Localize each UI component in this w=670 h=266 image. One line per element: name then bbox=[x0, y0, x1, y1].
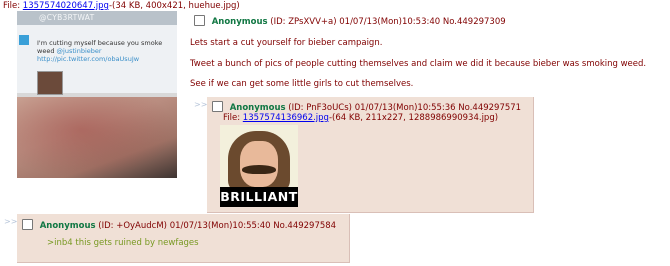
op-file-meta: -(34 KB, 400x421, huehue.jpg) bbox=[108, 1, 240, 11]
op-header: Anonymous (ID: ZPsXVV+a) 01/07/13(Mon)10… bbox=[194, 15, 506, 27]
op-file-link[interactable]: 1357574020647.jpg bbox=[23, 1, 109, 11]
reply-1-post-number[interactable]: No.449297571 bbox=[458, 103, 521, 113]
reply-1-datetime: 01/07/13(Mon)10:55:36 bbox=[354, 103, 456, 113]
reply-1-header: Anonymous (ID: PnF3oUCs) 01/07/13(Mon)10… bbox=[212, 101, 521, 113]
op-line-2: Tweet a bunch of pics of people cutting … bbox=[190, 58, 647, 69]
arm-photo bbox=[17, 97, 177, 178]
reply-1-thumbnail[interactable]: BRILLIANT bbox=[220, 125, 298, 207]
op-thumbnail[interactable]: @CYB3RTWAT I'm cutting myself because yo… bbox=[17, 11, 177, 178]
twitter-bird-icon bbox=[19, 35, 29, 45]
tweet-handle: @CYB3RTWAT bbox=[39, 13, 95, 22]
reply-1-file-link[interactable]: 1357574136962.jpg bbox=[243, 113, 329, 123]
op-file-label: File: bbox=[3, 1, 21, 11]
reply-2-poster-id[interactable]: (ID: +OyAudcM) bbox=[98, 221, 167, 231]
reply-2-header: Anonymous (ID: +OyAudcM) 01/07/13(Mon)10… bbox=[22, 219, 336, 231]
reply-1: Anonymous (ID: PnF3oUCs) 01/07/13(Mon)10… bbox=[207, 97, 534, 213]
reply-1-arrows: >> bbox=[194, 100, 208, 109]
op-datetime: 01/07/13(Mon)10:53:40 bbox=[339, 17, 441, 27]
thumbnail-caption: BRILLIANT bbox=[220, 187, 298, 207]
reply-1-file-info: File: 1357574136962.jpg-(64 KB, 211x227,… bbox=[223, 113, 498, 123]
reply-1-poster-name: Anonymous bbox=[229, 103, 286, 113]
op-line-1: Lets start a cut yourself for bieber cam… bbox=[190, 38, 383, 48]
op-message: Lets start a cut yourself for bieber cam… bbox=[190, 38, 646, 100]
tweet-mention: @justinbieber bbox=[56, 47, 102, 55]
reply-2-datetime: 01/07/13(Mon)10:55:40 bbox=[169, 221, 271, 231]
reply-2-greentext: >inb4 this gets ruined by newfages bbox=[47, 238, 199, 248]
op-select-checkbox[interactable] bbox=[194, 15, 205, 26]
reply-2-arrows: >> bbox=[4, 217, 18, 226]
tweet-link: http://pic.twitter.com/obaUsuJw bbox=[37, 55, 140, 63]
op-post-number[interactable]: No.449297309 bbox=[443, 17, 506, 27]
reply-1-file-meta: -(64 KB, 211x227, 1288986990934.jpg) bbox=[328, 113, 499, 123]
op-line-3: See if we can get some little girls to c… bbox=[190, 79, 414, 89]
reply-2-checkbox[interactable] bbox=[22, 219, 33, 230]
tweet-screenshot: @CYB3RTWAT I'm cutting myself because yo… bbox=[17, 11, 177, 95]
kid-mustache bbox=[242, 165, 276, 174]
reply-1-poster-id[interactable]: (ID: PnF3oUCs) bbox=[288, 103, 352, 113]
op-poster-id[interactable]: (ID: ZPsXVV+a) bbox=[270, 17, 336, 27]
reply-1-checkbox[interactable] bbox=[212, 101, 223, 112]
op-poster-name: Anonymous bbox=[211, 17, 268, 27]
reply-1-file-label: File: bbox=[223, 113, 241, 123]
reply-2-post-number[interactable]: No.449297584 bbox=[273, 221, 336, 231]
tweet-text: I'm cutting myself because you smoke wee… bbox=[37, 39, 175, 63]
reply-2-poster-name: Anonymous bbox=[39, 221, 96, 231]
arm-photo-shade bbox=[17, 97, 177, 178]
tweet-picture bbox=[37, 71, 63, 95]
kid-face bbox=[240, 141, 278, 187]
reply-2: Anonymous (ID: +OyAudcM) 01/07/13(Mon)10… bbox=[17, 214, 350, 263]
tweet-header-bar: @CYB3RTWAT bbox=[17, 11, 177, 25]
op-file-info: File: 1357574020647.jpg-(34 KB, 400x421,… bbox=[3, 1, 240, 11]
